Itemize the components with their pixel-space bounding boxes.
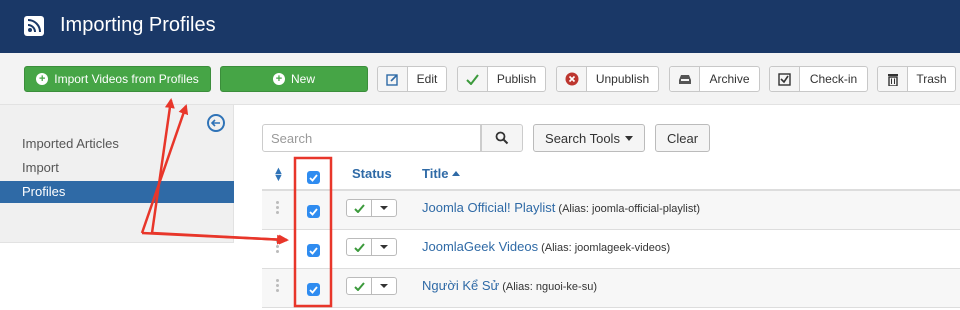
status-toggle[interactable]: [346, 277, 397, 295]
trash-button[interactable]: Trash: [877, 66, 956, 92]
sidebar: Imported Articles Import Profiles: [0, 105, 234, 243]
search-tools-button[interactable]: Search Tools: [533, 124, 645, 152]
drag-handle-icon[interactable]: [276, 201, 279, 215]
sidebar-item-imported-articles[interactable]: Imported Articles: [0, 133, 234, 155]
row-checkbox[interactable]: [307, 205, 320, 218]
search-input[interactable]: Search: [262, 124, 481, 152]
title-cell: JoomlaGeek Videos (Alias: joomlageek-vide…: [422, 239, 670, 254]
clear-button[interactable]: Clear: [655, 124, 710, 152]
checkin-label: Check-in: [809, 72, 858, 86]
page-title: Importing Profiles: [60, 14, 216, 36]
row-title-link[interactable]: JoomlaGeek Videos: [422, 239, 538, 254]
sort-asc-icon: [451, 171, 460, 176]
sort-ordering-icon[interactable]: ▲ ▼: [273, 166, 284, 184]
column-title-label: Title: [422, 166, 449, 181]
trash-icon: [878, 67, 908, 91]
edit-button[interactable]: Edit: [377, 66, 447, 92]
row-checkbox[interactable]: [307, 244, 320, 257]
unpublish-label: Unpublish: [595, 72, 650, 86]
status-dropdown-icon[interactable]: [372, 200, 396, 216]
import-videos-button[interactable]: + Import Videos from Profiles: [24, 66, 211, 92]
publish-button[interactable]: Publish: [457, 66, 546, 92]
rss-icon: [24, 16, 44, 36]
row-alias: (Alias: joomla-official-playlist): [558, 203, 701, 215]
edit-icon: [378, 67, 408, 91]
search-tools-label: Search Tools: [545, 130, 620, 146]
select-all-checkbox[interactable]: [307, 171, 320, 184]
row-alias: (Alias: nguoi-ke-su): [502, 281, 597, 293]
archive-label: Archive: [709, 72, 750, 86]
archive-icon: [670, 67, 700, 91]
new-label: New: [290, 72, 315, 86]
table-row: JoomlaGeek Videos (Alias: joomlageek-vide…: [262, 230, 960, 269]
checkin-button[interactable]: Check-in: [769, 66, 868, 92]
new-button[interactable]: + New: [220, 66, 368, 92]
drag-handle-icon[interactable]: [276, 279, 279, 293]
table-row: Joomla Official! Playlist (Alias: joomla-…: [262, 191, 960, 230]
row-title-link[interactable]: Joomla Official! Playlist: [422, 200, 555, 215]
column-title[interactable]: Title: [422, 166, 460, 181]
status-dropdown-icon[interactable]: [372, 239, 396, 255]
archive-button[interactable]: Archive: [669, 66, 760, 92]
status-dropdown-icon[interactable]: [372, 278, 396, 294]
edit-label: Edit: [416, 72, 438, 86]
table-header: ▲ ▼ Status Title: [262, 160, 960, 191]
column-status[interactable]: Status: [352, 166, 392, 181]
import-videos-label: Import Videos from Profiles: [54, 72, 199, 86]
published-check-icon[interactable]: [347, 200, 373, 216]
search-button[interactable]: [481, 124, 523, 152]
status-toggle[interactable]: [346, 238, 397, 256]
row-alias: (Alias: joomlageek-videos): [541, 242, 671, 254]
caret-down-icon: [624, 135, 633, 141]
publish-label: Publish: [496, 72, 537, 86]
row-checkbox[interactable]: [307, 283, 320, 296]
collapse-sidebar-icon[interactable]: [207, 114, 225, 132]
check-icon: [458, 67, 488, 91]
checkbox-icon: [770, 67, 800, 91]
search-icon: [495, 131, 509, 145]
drag-handle-icon[interactable]: [276, 240, 279, 254]
row-title-link[interactable]: Người Kể Sử: [422, 278, 499, 293]
plus-circle-icon: +: [36, 73, 49, 85]
published-check-icon[interactable]: [347, 278, 373, 294]
sidebar-item-import[interactable]: Import: [0, 157, 234, 179]
app-header: Importing Profiles: [0, 0, 960, 53]
trash-label: Trash: [916, 72, 947, 86]
published-check-icon[interactable]: [347, 239, 373, 255]
sidebar-item-profiles[interactable]: Profiles: [0, 181, 234, 203]
title-cell: Joomla Official! Playlist (Alias: joomla-…: [422, 200, 700, 215]
cancel-circle-icon: [557, 67, 587, 91]
toolbar: + Import Videos from Profiles + New Edit…: [0, 53, 960, 105]
title-cell: Người Kể Sử (Alias: nguoi-ke-su): [422, 278, 597, 293]
status-toggle[interactable]: [346, 199, 397, 217]
unpublish-button[interactable]: Unpublish: [556, 66, 659, 92]
plus-circle-icon: +: [272, 73, 285, 85]
table-row: Người Kể Sử (Alias: nguoi-ke-su): [262, 269, 960, 308]
